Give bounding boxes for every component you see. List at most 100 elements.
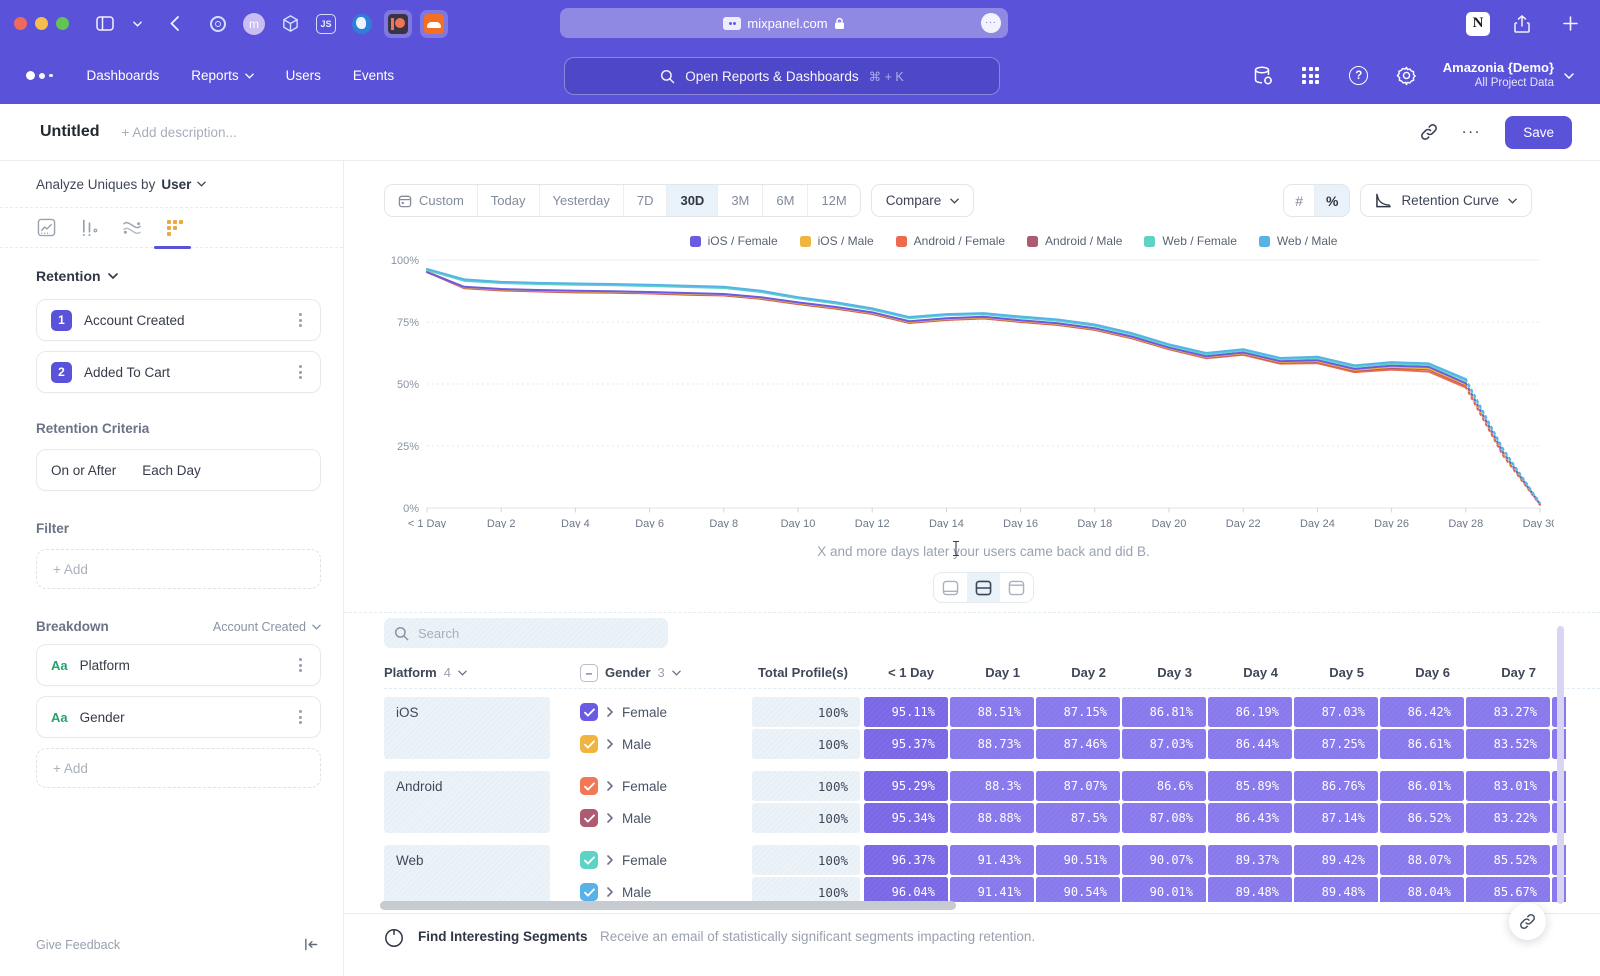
window-zoom-button[interactable] [56, 17, 69, 30]
retention-cell-day-1[interactable]: 91.41% [950, 877, 1034, 902]
tab-insights-icon[interactable] [36, 218, 56, 238]
breakdown-event-select[interactable]: Account Created [213, 620, 321, 634]
retention-cell-day-0[interactable]: 95.11% [864, 697, 948, 727]
tab-funnels-icon[interactable] [79, 218, 99, 238]
nav-events[interactable]: Events [353, 68, 394, 83]
range-6m[interactable]: 6M [763, 185, 808, 216]
column-header-day-7[interactable]: Day 7 [1466, 665, 1552, 680]
data-management-icon[interactable] [1251, 64, 1275, 88]
mixpanel-logo[interactable] [26, 71, 53, 80]
expand-row-icon[interactable] [607, 813, 613, 823]
breakdown-add-button[interactable]: + Add [36, 748, 321, 788]
column-header-day-3[interactable]: Day 3 [1122, 665, 1208, 680]
legend-item[interactable]: Web / Female [1144, 234, 1236, 248]
global-search[interactable]: Open Reports & Dashboards ⌘ + K [564, 57, 1000, 95]
layout-chart-only-icon[interactable] [934, 573, 967, 602]
retention-cell-day-7[interactable]: 83.22% [1466, 803, 1550, 833]
legend-item[interactable]: iOS / Male [800, 234, 874, 248]
series-checkbox[interactable] [580, 777, 598, 795]
column-header-day-1[interactable]: Day 1 [950, 665, 1036, 680]
criteria-interval-select[interactable]: Each Day [142, 463, 201, 478]
retention-cell-day-3[interactable]: 86.6% [1122, 771, 1206, 801]
address-bar-more-icon[interactable]: ... [981, 13, 1001, 33]
platform-cell[interactable]: Android [384, 771, 550, 833]
retention-cell-day-4[interactable]: 89.37% [1208, 845, 1292, 875]
legend-item[interactable]: iOS / Female [690, 234, 778, 248]
chart-type-select[interactable]: Retention Curve [1360, 184, 1532, 217]
expand-row-icon[interactable] [607, 739, 613, 749]
report-description-placeholder[interactable]: + Add description... [122, 125, 237, 140]
retention-cell-day-1[interactable]: 88.73% [950, 729, 1034, 759]
retention-cell-day-0[interactable]: 95.29% [864, 771, 948, 801]
retention-cell-day-6[interactable]: 86.01% [1380, 771, 1464, 801]
platform-cell[interactable]: Web [384, 845, 550, 902]
retention-cell-day-5[interactable]: 87.14% [1294, 803, 1378, 833]
retention-cell-day-7[interactable]: 83.01% [1466, 771, 1550, 801]
nav-reports[interactable]: Reports [191, 68, 253, 83]
retention-cell-day-5[interactable]: 87.03% [1294, 697, 1378, 727]
range-12m[interactable]: 12M [808, 185, 859, 216]
horizontal-scrollbar[interactable] [380, 901, 956, 910]
analyze-entity-select[interactable]: User [161, 177, 191, 192]
retention-cell-day-2[interactable]: 87.15% [1036, 697, 1120, 727]
column-header-day-6[interactable]: Day 6 [1380, 665, 1466, 680]
retention-section-header[interactable]: Retention [36, 268, 321, 284]
gender-cell[interactable]: Female [552, 771, 752, 801]
table-search-input[interactable] [418, 626, 638, 641]
retention-cell-day-4[interactable]: 89.48% [1208, 877, 1292, 902]
new-tab-icon[interactable] [1557, 11, 1583, 37]
apps-grid-icon[interactable] [1299, 64, 1323, 88]
series-checkbox[interactable] [580, 883, 598, 901]
retention-cell-day-3[interactable]: 87.08% [1122, 803, 1206, 833]
platform-cell[interactable]: iOS [384, 697, 550, 759]
retention-cell-day-4[interactable]: 86.44% [1208, 729, 1292, 759]
column-header-day-4[interactable]: Day 4 [1208, 665, 1294, 680]
patreon-extension-icon[interactable] [384, 10, 412, 38]
avatar-extension-icon[interactable]: m [240, 10, 268, 38]
nav-dashboards[interactable]: Dashboards [87, 68, 160, 83]
retention-cell-day-6[interactable]: 86.42% [1380, 697, 1464, 727]
vertical-scrollbar[interactable] [1557, 626, 1564, 904]
legend-item[interactable]: Android / Male [1027, 234, 1122, 248]
retention-cell-day-2[interactable]: 87.07% [1036, 771, 1120, 801]
copy-link-icon[interactable] [1420, 123, 1438, 141]
expand-row-icon[interactable] [607, 855, 613, 865]
javascript-extension-icon[interactable]: JS [312, 10, 340, 38]
retention-criteria-card[interactable]: On or After Each Day [36, 449, 321, 491]
browser-sidebar-icon[interactable] [92, 11, 118, 37]
series-checkbox[interactable] [580, 735, 598, 753]
criteria-mode-select[interactable]: On or After [51, 463, 116, 478]
table-search[interactable] [384, 618, 668, 648]
retention-cell-day-0[interactable]: 95.34% [864, 803, 948, 833]
range-custom[interactable]: Custom [385, 185, 478, 216]
gender-cell[interactable]: Female [552, 845, 752, 875]
password-manager-extension-icon[interactable] [204, 10, 232, 38]
report-title[interactable]: Untitled [40, 123, 100, 141]
more-menu-icon[interactable]: ... [1462, 129, 1481, 136]
save-button[interactable]: Save [1505, 116, 1572, 149]
column-header-day-5[interactable]: Day 5 [1294, 665, 1380, 680]
tab-retention-icon[interactable] [165, 218, 185, 238]
expand-row-icon[interactable] [607, 707, 613, 717]
column-header-day-0[interactable]: < 1 Day [864, 665, 950, 680]
gender-cell[interactable]: Male [552, 803, 752, 833]
retention-cell-day-2[interactable]: 90.54% [1036, 877, 1120, 902]
step-options-kebab-icon[interactable] [295, 309, 306, 331]
series-checkbox[interactable] [580, 703, 598, 721]
breakdown-platform[interactable]: Aa Platform [36, 644, 321, 686]
step-options-kebab-icon[interactable] [295, 361, 306, 383]
range-yesterday[interactable]: Yesterday [540, 185, 624, 216]
series-checkbox[interactable] [580, 851, 598, 869]
retention-cell-day-2[interactable]: 87.46% [1036, 729, 1120, 759]
segments-title[interactable]: Find Interesting Segments [418, 929, 588, 944]
column-header-day-2[interactable]: Day 2 [1036, 665, 1122, 680]
retention-cell-day-2[interactable]: 90.51% [1036, 845, 1120, 875]
retention-cell-day-3[interactable]: 90.01% [1122, 877, 1206, 902]
retention-cell-day-5[interactable]: 89.42% [1294, 845, 1378, 875]
retention-cell-day-0[interactable]: 96.04% [864, 877, 948, 902]
retention-cell-day-0[interactable]: 95.37% [864, 729, 948, 759]
retention-cell-day-6[interactable]: 86.61% [1380, 729, 1464, 759]
help-icon[interactable]: ? [1347, 64, 1371, 88]
retention-cell-day-5[interactable]: 87.25% [1294, 729, 1378, 759]
soundcloud-extension-icon[interactable] [420, 10, 448, 38]
